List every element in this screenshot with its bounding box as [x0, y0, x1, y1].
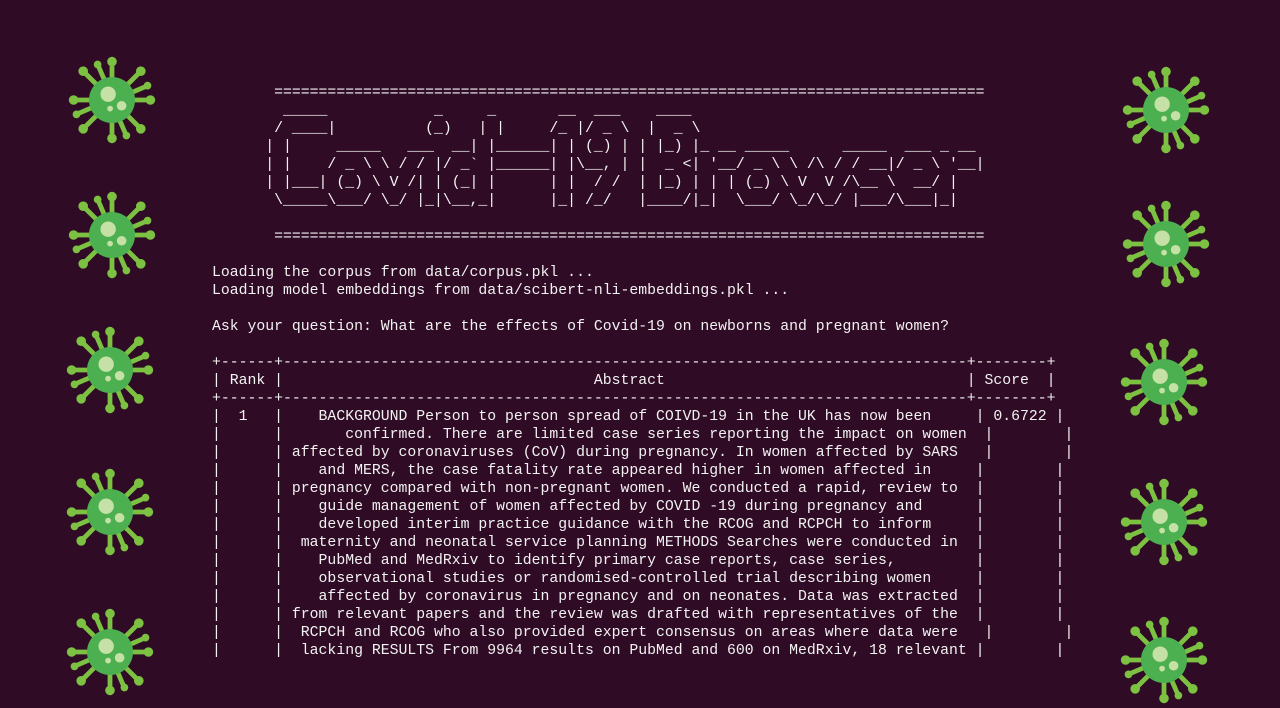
table-border: +------+--------------------------------… — [212, 355, 1056, 371]
banner-rule-bottom: ========================================… — [212, 229, 985, 245]
virus-icon — [64, 52, 160, 148]
table-row: | 1 | BACKGROUND Person to person spread… — [212, 409, 1065, 425]
virus-icon — [1116, 334, 1212, 430]
table-row: | | observational studies or randomised-… — [212, 571, 1065, 587]
virus-icon — [1116, 474, 1212, 570]
table-row: | | PubMed and MedRxiv to identify prima… — [212, 553, 1065, 569]
table-row: | | pregnancy compared with non-pregnant… — [212, 481, 1065, 497]
banner-ascii-line: \_____\___/ \_/ |_|\__,_| |_| /_/ |____/… — [212, 193, 958, 209]
banner-ascii-line: / ____| (_) | | /_ |/ _ \ | _ \ — [212, 121, 701, 137]
virus-icon — [1118, 62, 1214, 158]
terminal-output: ========================================… — [212, 84, 1073, 660]
table-row: | | lacking RESULTS From 9964 results on… — [212, 643, 1065, 659]
table-border: +------+--------------------------------… — [212, 391, 1056, 407]
table-row: | | RCPCH and RCOG who also provided exp… — [212, 625, 1074, 641]
virus-icon — [62, 322, 158, 418]
virus-icon — [1116, 612, 1212, 708]
banner-ascii-line: | |___| (_) \ V /| | (_| | | | / / | |_)… — [212, 175, 958, 191]
banner-ascii-line: | | / _ \ \ / / |/ _` |______| |\__, | |… — [212, 157, 985, 173]
table-row: | | developed interim practice guidance … — [212, 517, 1065, 533]
virus-icon — [62, 604, 158, 700]
table-row: | | affected by coronaviruses (CoV) duri… — [212, 445, 1074, 461]
banner-rule-top: ========================================… — [212, 85, 985, 101]
table-header-row: | Rank | Abstract | Score | — [212, 373, 1056, 389]
table-row: | | confirmed. There are limited case se… — [212, 427, 1074, 443]
table-row: | | from relevant papers and the review … — [212, 607, 1065, 623]
loading-embeddings-line: Loading model embeddings from data/scibe… — [212, 283, 790, 299]
loading-corpus-line: Loading the corpus from data/corpus.pkl … — [212, 265, 594, 281]
table-row: | | affected by coronavirus in pregnancy… — [212, 589, 1065, 605]
virus-icon — [62, 464, 158, 560]
table-row: | | and MERS, the case fatality rate app… — [212, 463, 1065, 479]
question-prompt-line: Ask your question: What are the effects … — [212, 319, 950, 335]
table-row: | | maternity and neonatal service plann… — [212, 535, 1065, 551]
banner-ascii-line: _____ _ _ __ ___ ____ — [212, 103, 692, 119]
virus-icon — [1118, 196, 1214, 292]
table-row: | | guide management of women affected b… — [212, 499, 1065, 515]
banner-ascii-line: | | _____ ___ __| |______| | (_) | | |_)… — [212, 139, 976, 155]
virus-icon — [64, 187, 160, 283]
